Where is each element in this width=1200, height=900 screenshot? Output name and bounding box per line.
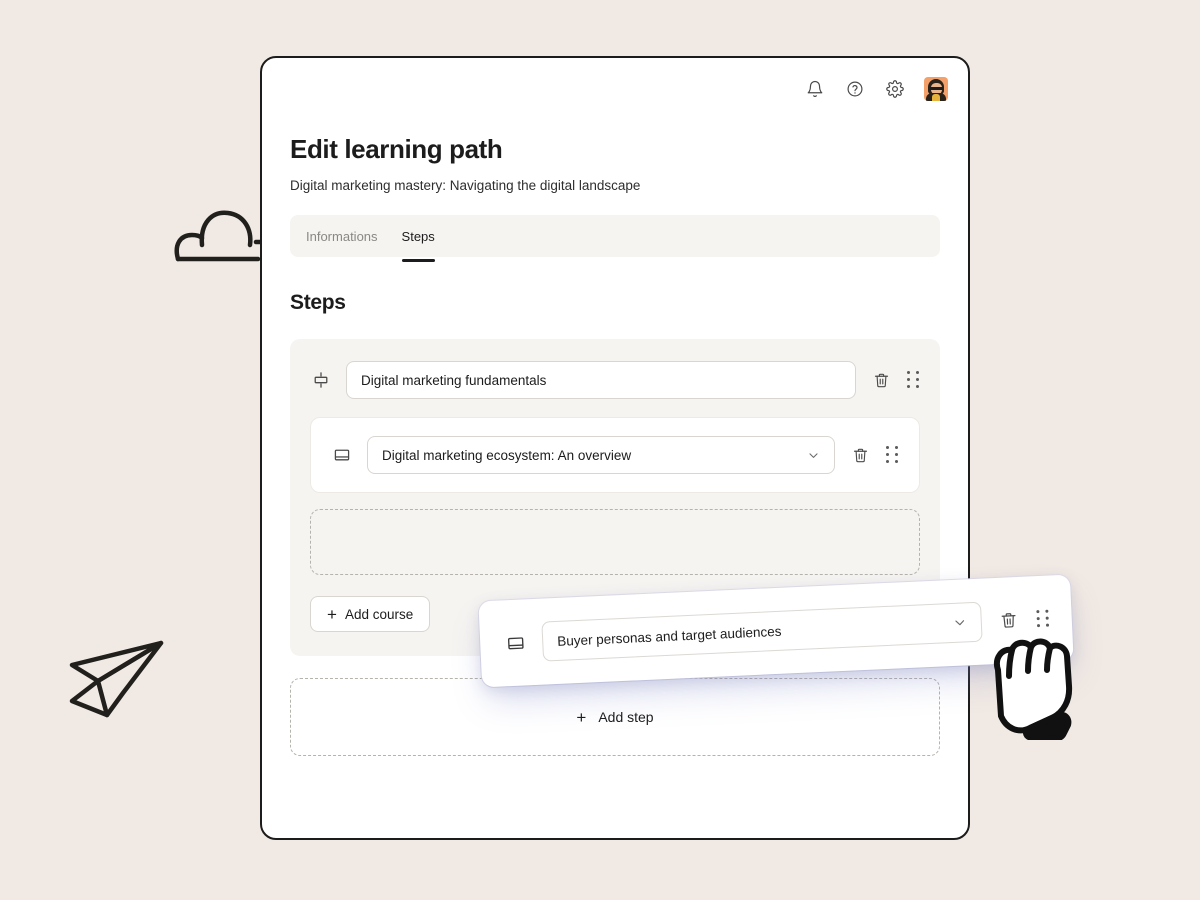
- plus-icon: +: [576, 707, 587, 727]
- add-step-label: Add step: [598, 709, 654, 725]
- chevron-down-icon: [806, 448, 820, 462]
- tabbar: Informations Steps: [290, 215, 940, 262]
- drag-handle-dragged-course[interactable]: [1035, 609, 1050, 629]
- course-card-icon: [331, 444, 353, 466]
- app-window: Edit learning path Digital marketing mas…: [260, 56, 970, 840]
- course-drop-zone[interactable]: [310, 509, 920, 575]
- dragged-course-select[interactable]: Buyer personas and target audiences: [541, 601, 983, 662]
- drag-handle-step[interactable]: [906, 371, 920, 389]
- topbar: [262, 58, 968, 120]
- add-step-button[interactable]: + Add step: [290, 678, 940, 756]
- delete-step-button[interactable]: [870, 369, 892, 391]
- chevron-down-icon: [953, 615, 968, 630]
- plus-icon: +: [327, 604, 337, 624]
- dragged-course-value: Buyer personas and target audiences: [556, 623, 782, 649]
- avatar-glasses: [929, 86, 943, 90]
- delete-dragged-course-button[interactable]: [997, 609, 1020, 632]
- cloud-doodle: [170, 205, 269, 272]
- add-course-label: Add course: [344, 606, 414, 622]
- section-title: Steps: [290, 291, 346, 314]
- settings-icon[interactable]: [884, 78, 906, 100]
- course-card-icon: [504, 631, 527, 654]
- course-select[interactable]: Digital marketing ecosystem: An overview: [367, 436, 835, 474]
- avatar-shirt: [932, 94, 940, 101]
- tab-steps[interactable]: Steps: [401, 215, 436, 262]
- page-title: Edit learning path: [290, 134, 503, 164]
- help-icon[interactable]: [844, 78, 866, 100]
- step-header-row: Digital marketing fundamentals: [310, 361, 920, 399]
- course-select-value: Digital marketing ecosystem: An overview: [382, 447, 632, 463]
- course-card: Digital marketing ecosystem: An overview: [310, 417, 920, 493]
- drag-handle-course[interactable]: [885, 446, 899, 464]
- notifications-icon[interactable]: [804, 78, 826, 100]
- delete-course-button[interactable]: [849, 444, 871, 466]
- page-subtitle: Digital marketing mastery: Navigating th…: [290, 178, 641, 193]
- paper-plane-doodle: [62, 635, 168, 732]
- avatar[interactable]: [924, 77, 948, 101]
- step-title-value: Digital marketing fundamentals: [361, 372, 547, 388]
- step-title-input[interactable]: Digital marketing fundamentals: [346, 361, 856, 399]
- step-node-icon: [310, 369, 332, 391]
- add-course-button[interactable]: + Add course: [310, 596, 431, 632]
- course-row: Digital marketing ecosystem: An overview: [331, 436, 899, 474]
- tab-informations[interactable]: Informations: [306, 215, 378, 257]
